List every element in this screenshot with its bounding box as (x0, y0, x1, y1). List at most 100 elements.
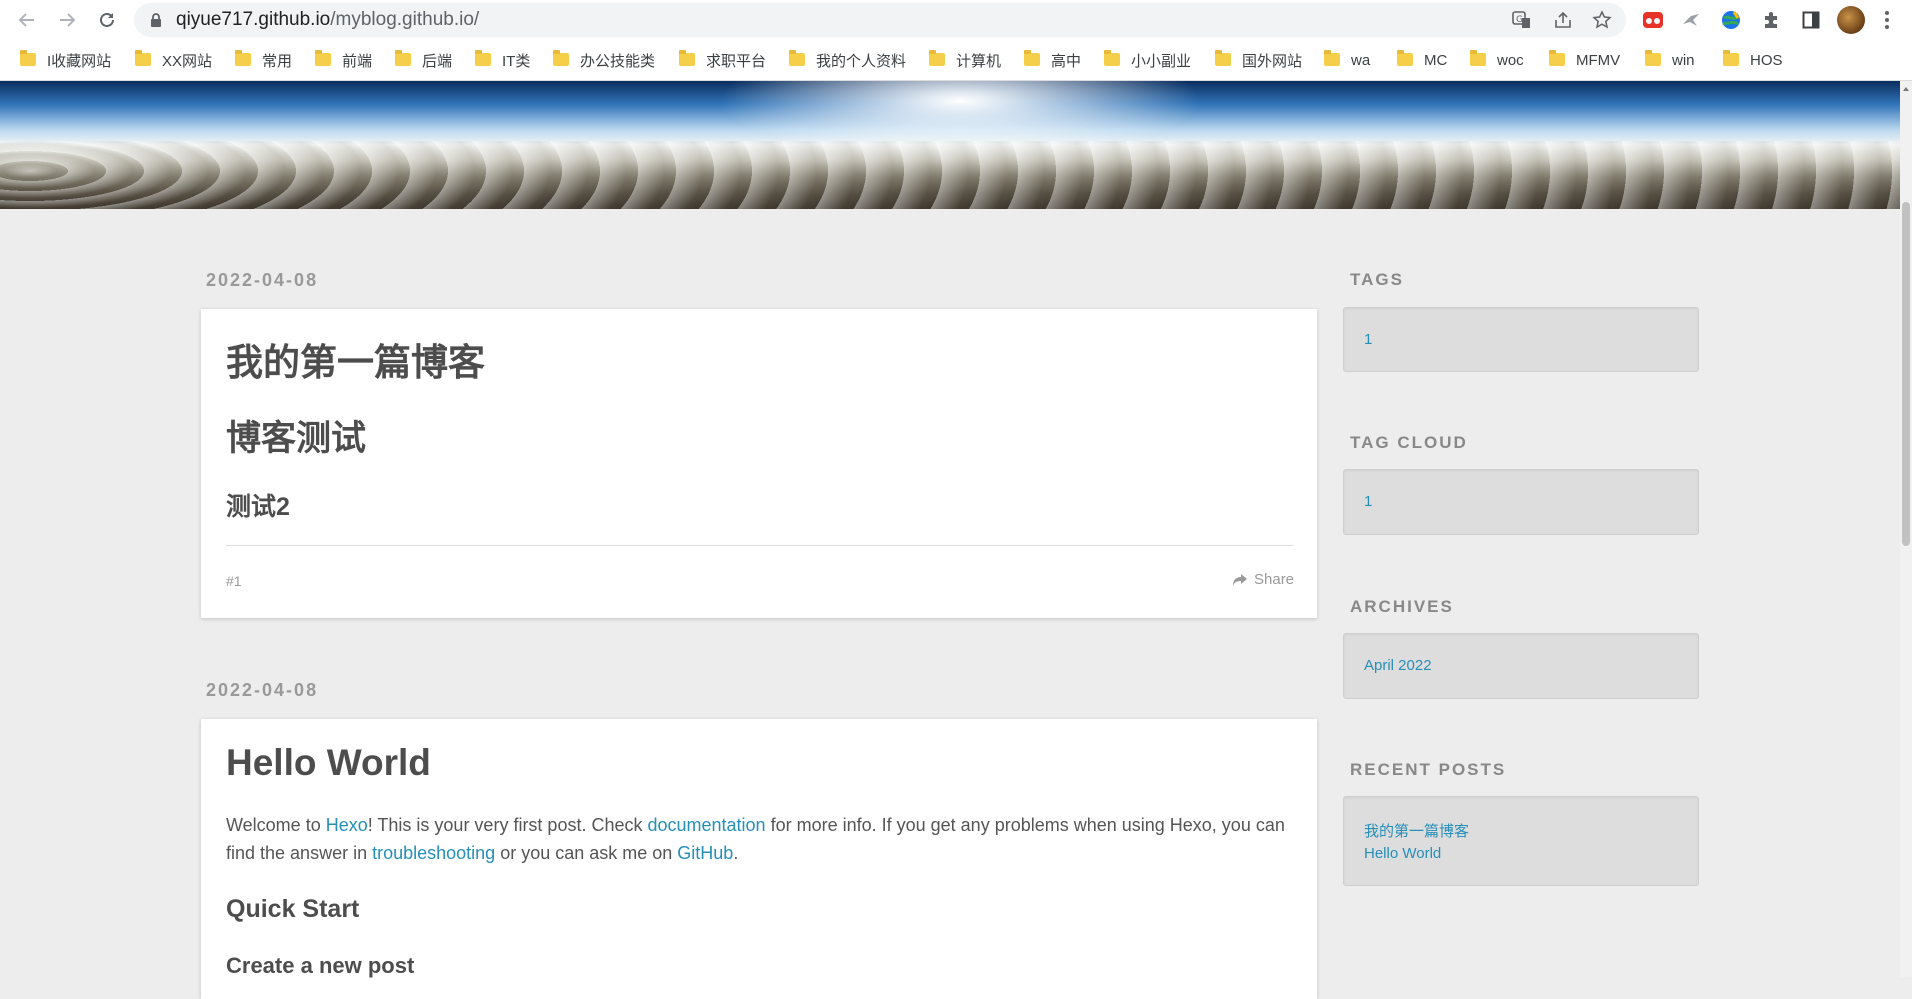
svg-text:G: G (1516, 15, 1523, 25)
extension-red-icon[interactable] (1640, 7, 1666, 33)
folder-icon (679, 49, 695, 66)
folder-icon (475, 49, 491, 66)
header-banner-image (0, 81, 1900, 209)
tag-link[interactable]: 1 (1364, 331, 1372, 348)
address-bar[interactable]: qiyue717.github.io/myblog.github.io/ G (134, 3, 1626, 37)
tagcloud-link[interactable]: 1 (1364, 493, 1372, 510)
folder-icon (20, 49, 36, 66)
post-date: 2022-04-08 (206, 680, 319, 700)
bookmark-folder[interactable]: 办公技能类 (553, 40, 655, 80)
post-divider (226, 545, 1293, 546)
text: . (733, 843, 739, 863)
bookmark-folder[interactable]: 高中 (1024, 40, 1081, 80)
bookmark-label: 前端 (342, 52, 373, 70)
archives-widget-title: ARCHIVES (1350, 597, 1454, 616)
bookmark-folder[interactable]: 计算机 (929, 40, 1001, 80)
bookmark-folder[interactable]: woc (1470, 40, 1524, 80)
text: or you can ask me on (495, 843, 678, 863)
folder-icon (1215, 49, 1231, 66)
browser-toolbar: qiyue717.github.io/myblog.github.io/ G (0, 0, 1912, 40)
post-tag-link[interactable]: #1 (226, 573, 242, 589)
folder-icon (1645, 49, 1661, 66)
bookmark-label: win (1672, 51, 1695, 69)
archive-link[interactable]: April 2022 (1364, 657, 1432, 674)
recent-post-link[interactable]: 我的第一篇博客 (1364, 820, 1469, 841)
folder-icon (1104, 49, 1120, 66)
scrollbar-thumb[interactable] (1902, 202, 1910, 546)
url-host: qiyue717.github.io (176, 9, 331, 30)
post-card: Hello World Welcome to Hexo! This is you… (201, 719, 1317, 999)
bookmark-folder[interactable]: I收藏网站 (20, 40, 111, 80)
back-button[interactable] (12, 5, 42, 35)
tags-widget: 1 (1343, 307, 1699, 372)
side-panel-icon[interactable] (1798, 7, 1824, 33)
text: Welcome to (226, 815, 326, 835)
lock-icon (151, 13, 161, 27)
bookmark-label: MC (1424, 51, 1448, 69)
bookmark-folder[interactable]: 求职平台 (679, 40, 766, 80)
github-link[interactable]: GitHub (677, 843, 733, 863)
extensions-puzzle-icon[interactable] (1758, 7, 1784, 33)
extension-globe-icon[interactable] (1718, 7, 1744, 33)
hexo-link[interactable]: Hexo (326, 815, 368, 835)
bookmark-folder[interactable]: XX网站 (135, 40, 212, 80)
banner-clouds (0, 141, 1900, 209)
bookmark-label: IT类 (502, 52, 531, 70)
bookmark-folder[interactable]: MC (1397, 40, 1447, 80)
folder-icon (1324, 49, 1340, 66)
folder-icon (135, 49, 151, 66)
share-button[interactable]: Share (1232, 571, 1294, 588)
bookmark-folder[interactable]: 国外网站 (1215, 40, 1302, 80)
recent-post-link[interactable]: Hello World (1364, 845, 1441, 862)
share-page-icon[interactable] (1552, 9, 1574, 31)
bookmark-label: XX网站 (162, 52, 213, 70)
folder-icon (1723, 49, 1739, 66)
bookmark-folder[interactable]: wa (1324, 40, 1370, 80)
bookmark-folder[interactable]: win (1645, 40, 1695, 80)
bookmark-folder[interactable]: 常用 (235, 40, 292, 80)
bookmark-star-icon[interactable] (1591, 9, 1613, 31)
translate-icon[interactable]: G (1511, 9, 1533, 31)
post-date: 2022-04-08 (206, 270, 319, 290)
bookmark-label: I收藏网站 (47, 52, 112, 70)
url-path: /myblog.github.io/ (330, 9, 480, 30)
bookmark-label: 办公技能类 (580, 52, 656, 70)
post-title[interactable]: 我的第一篇博客 (226, 332, 485, 386)
bookmark-folder[interactable]: MFMV (1549, 40, 1620, 80)
bookmark-label: 求职平台 (706, 52, 767, 70)
folder-icon (553, 49, 569, 66)
bookmark-label: 小小副业 (1131, 52, 1192, 70)
bookmark-folder[interactable]: 后端 (395, 40, 452, 80)
folder-icon (315, 49, 331, 66)
reload-button[interactable] (92, 5, 122, 35)
profile-avatar[interactable] (1837, 6, 1865, 34)
post-title[interactable]: Hello World (226, 742, 431, 784)
tagcloud-widget: 1 (1343, 469, 1699, 535)
tagcloud-widget-title: TAG CLOUD (1350, 433, 1468, 452)
bookmark-folder[interactable]: 前端 (315, 40, 372, 80)
subsection-heading: Create a new post (226, 953, 415, 978)
bookmark-label: woc (1497, 51, 1524, 69)
troubleshooting-link[interactable]: troubleshooting (372, 843, 495, 863)
kebab-menu-icon[interactable] (1880, 8, 1894, 32)
extension-bird-icon[interactable] (1678, 7, 1704, 33)
post-heading: 博客测试 (226, 419, 367, 458)
forward-arrow-icon (60, 13, 76, 27)
forward-button[interactable] (52, 5, 82, 35)
folder-icon (1470, 49, 1486, 66)
documentation-link[interactable]: documentation (647, 815, 765, 835)
bookmark-label: 我的个人资料 (816, 52, 907, 70)
scroll-up-arrow-icon[interactable] (1900, 84, 1912, 94)
bookmark-folder[interactable]: 我的个人资料 (789, 40, 906, 80)
share-arrow-icon (1233, 573, 1247, 586)
bookmark-label: 高中 (1051, 52, 1082, 70)
bookmark-label: HOS (1750, 51, 1783, 69)
section-heading: Quick Start (226, 895, 360, 923)
bookmark-folder[interactable]: HOS (1723, 40, 1783, 80)
bookmark-folder[interactable]: IT类 (475, 40, 530, 80)
folder-icon (395, 49, 411, 66)
tags-widget-title: TAGS (1350, 270, 1404, 289)
bookmark-folder[interactable]: 小小副业 (1104, 40, 1191, 80)
folder-icon (235, 49, 251, 66)
post-subheading: 测试2 (226, 493, 290, 521)
